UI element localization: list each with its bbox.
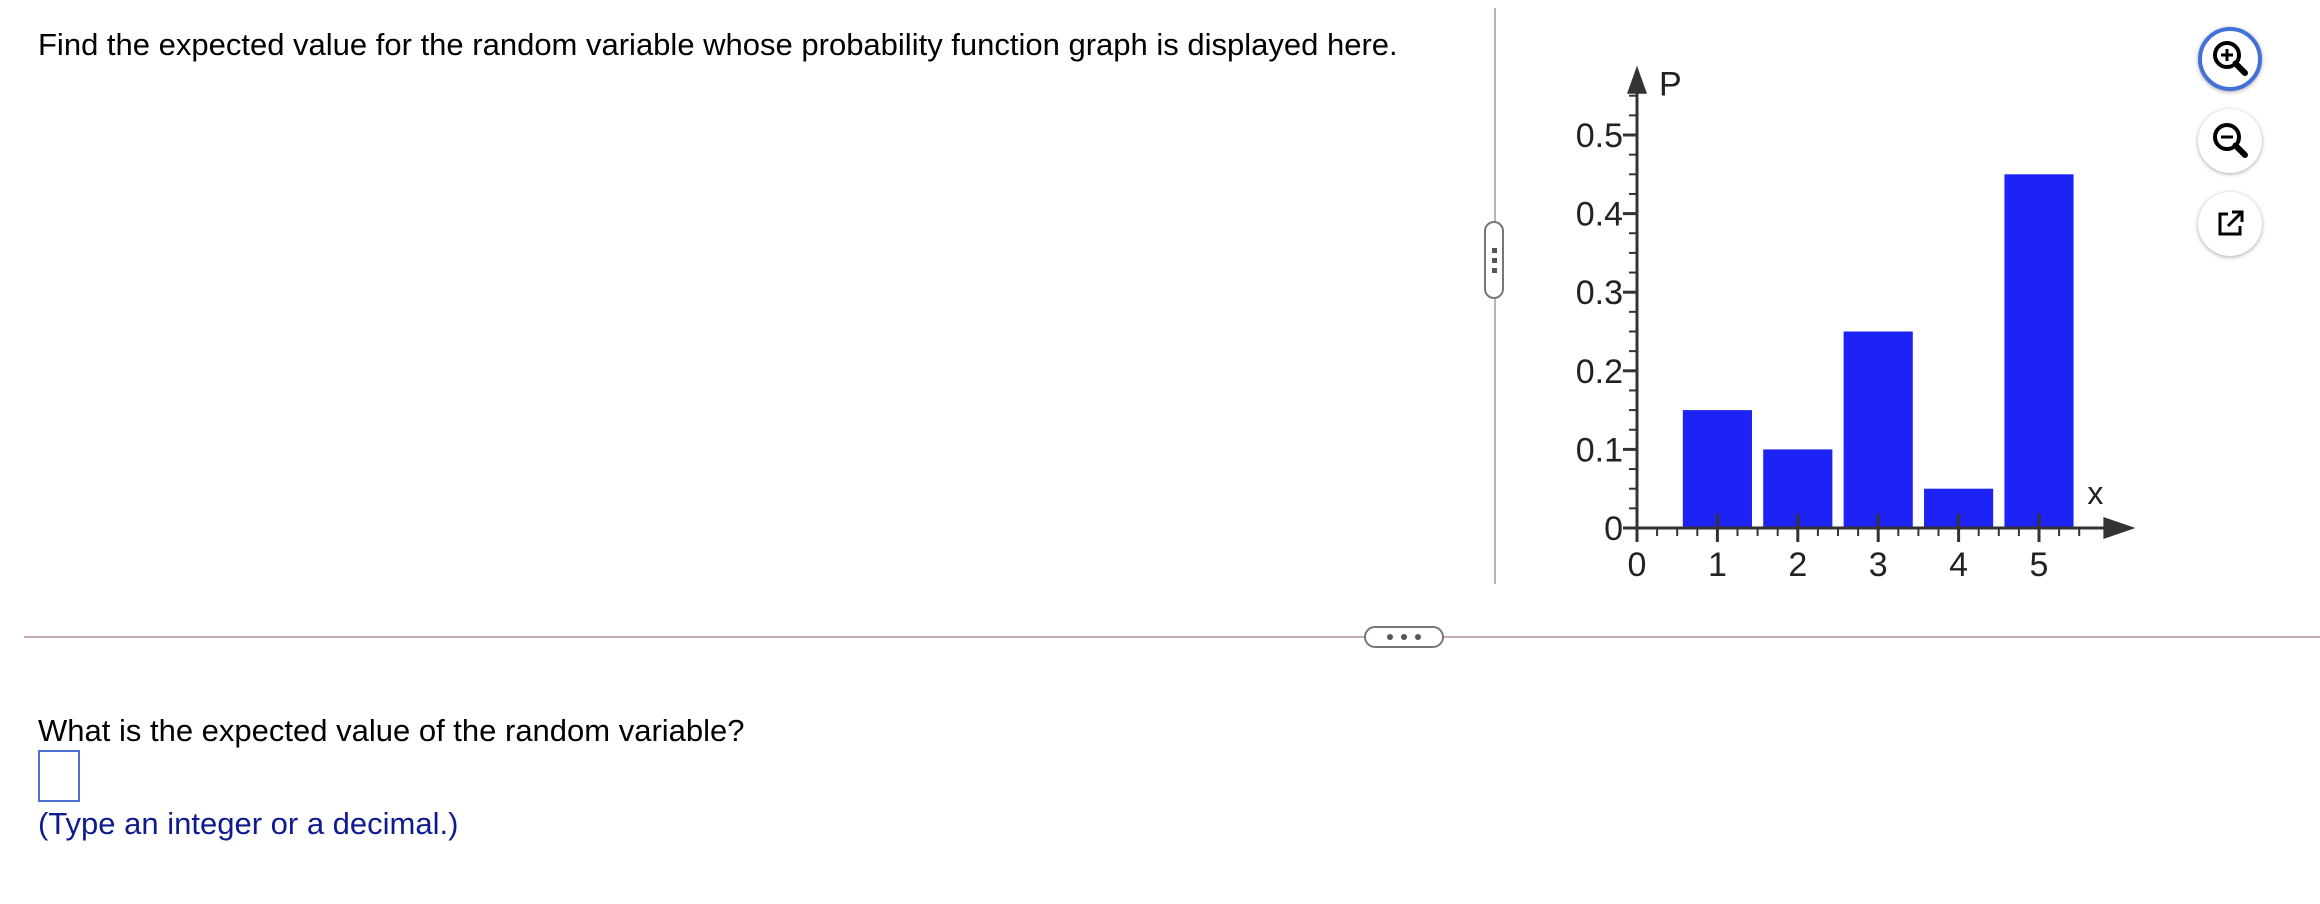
answer-input[interactable] [38,750,80,802]
x-tick-label-3: 3 [1869,546,1888,584]
probability-bar-chart: 0 0.1 0.2 0.3 0.4 0.5 0 1 2 3 4 5 Px [1576,65,2136,584]
x-tick-label-5: 5 [2030,546,2049,584]
y-tick-label-0.2: 0.2 [1576,353,1623,391]
x-tick-label-2: 2 [1788,546,1807,584]
y-axis-arrow [1627,65,1647,94]
x-tick-label-1: 1 [1708,546,1727,584]
bar-x-1 [1682,410,1752,528]
y-tick-label-0.3: 0.3 [1576,274,1623,312]
zoom-in-button[interactable] [2198,27,2262,91]
y-tick-label-0.1: 0.1 [1576,431,1623,469]
answer-prompt: What is the expected value of the random… [38,713,745,748]
x-axis-label: x [2087,475,2103,511]
x-axis-arrow [2103,517,2136,539]
y-tick-label-0.4: 0.4 [1576,196,1623,234]
x-tick-label-0: 0 [1628,546,1647,584]
x-tick-label-4: 4 [1949,546,1968,584]
zoom-in-icon [2213,41,2248,76]
zoom-out-button[interactable] [2198,109,2262,173]
y-tick-label-0: 0 [1604,510,1623,548]
popout-button[interactable] [2198,192,2262,256]
horizontal-resize-handle[interactable] [1364,626,1444,648]
bar-x-5 [2004,174,2074,529]
answer-hint: (Type an integer or a decimal.) [38,806,459,841]
vertical-resize-handle[interactable] [1484,221,1504,299]
zoom-out-icon [2213,123,2248,158]
bar-x-3 [1843,331,1913,528]
y-axis-label: P [1659,66,1682,104]
external-link-icon [2218,210,2244,236]
horizontal-divider [24,636,2320,638]
y-tick-label-0.5: 0.5 [1576,117,1623,155]
question-text: Find the expected value for the random v… [38,27,1398,62]
